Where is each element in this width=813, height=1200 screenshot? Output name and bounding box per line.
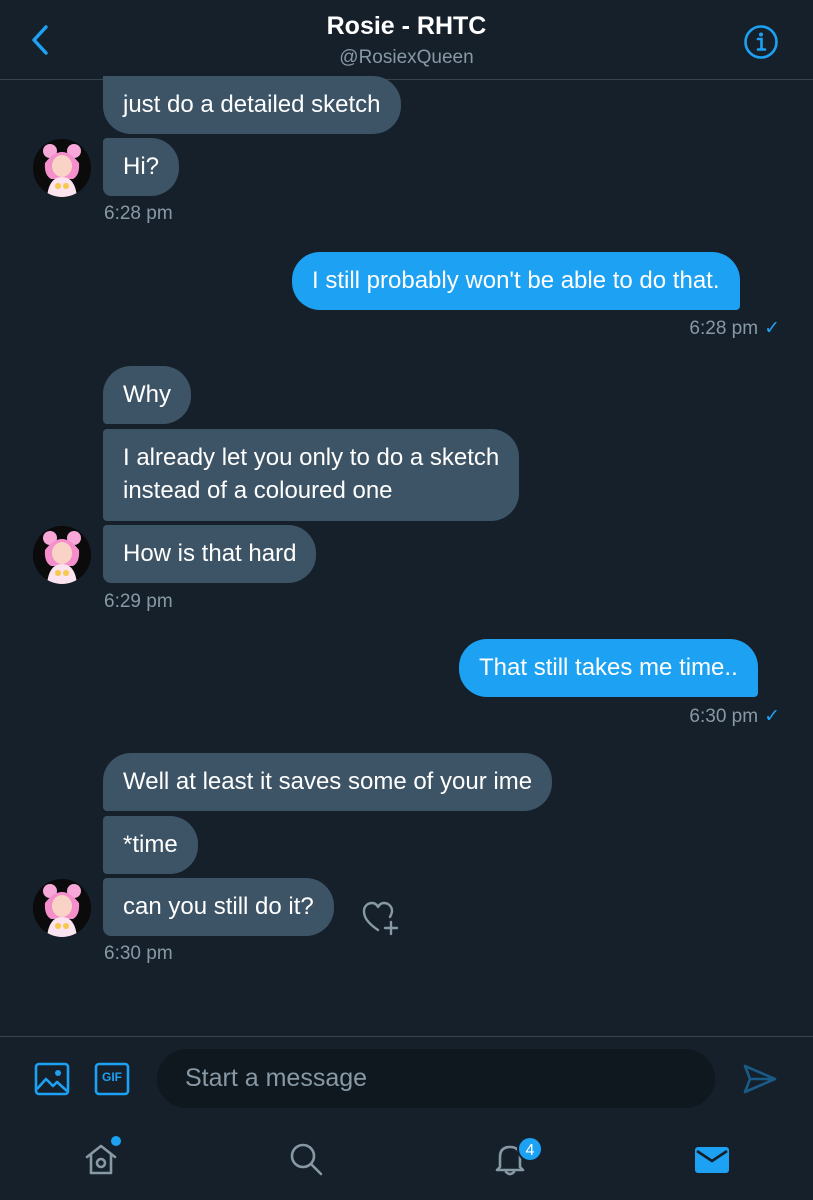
home-new-indicator xyxy=(111,1136,121,1146)
notifications-badge: 4 xyxy=(517,1136,543,1162)
message-text: That still takes me time.. xyxy=(479,654,738,681)
add-photo-button[interactable] xyxy=(32,1060,72,1098)
message-text: How is that hard xyxy=(123,540,297,567)
message-input[interactable] xyxy=(157,1049,715,1108)
tab-search[interactable] xyxy=(285,1138,327,1180)
info-icon xyxy=(744,25,778,59)
message-timestamp: 6:28 pm xyxy=(104,203,173,224)
avatar[interactable] xyxy=(33,879,91,937)
message-timestamp: 6:28 pm xyxy=(689,318,759,339)
message-bubble[interactable]: That still takes me time.. xyxy=(459,639,758,697)
sent-check-icon: ✓ xyxy=(764,318,780,339)
message-text-line: I already let you only to do a sketch xyxy=(123,444,500,471)
info-button[interactable] xyxy=(741,22,781,62)
image-icon xyxy=(34,1062,70,1096)
message-text: Hi? xyxy=(123,153,160,180)
message-text: can you still do it? xyxy=(123,893,314,920)
message-text: *time xyxy=(123,831,178,858)
message-timestamp-row: 6:28 pm ✓ xyxy=(560,317,780,340)
message-timestamp-row: 6:30 pm ✓ xyxy=(560,705,780,728)
message-text: Well at least it saves some of your ime xyxy=(123,768,533,795)
message-bubble[interactable]: *time xyxy=(103,816,198,874)
messages-icon xyxy=(695,1147,729,1173)
avatar-image xyxy=(33,879,91,937)
message-text: Why xyxy=(123,381,171,408)
message-input-wrapper xyxy=(157,1049,715,1108)
message-timestamp: 6:29 pm xyxy=(104,591,173,612)
avatar-image xyxy=(33,526,91,584)
avatar-image xyxy=(33,139,91,197)
send-button[interactable] xyxy=(740,1060,780,1098)
send-icon xyxy=(743,1064,777,1094)
message-bubble[interactable]: I still probably won't be able to do tha… xyxy=(292,252,740,310)
tab-messages[interactable] xyxy=(691,1140,733,1180)
like-message-button[interactable] xyxy=(360,898,404,938)
message-bubble[interactable]: I already let you only to do a sketch in… xyxy=(103,429,520,521)
message-timestamp: 6:30 pm xyxy=(104,943,173,964)
message-bubble[interactable]: Well at least it saves some of your ime xyxy=(103,753,553,811)
avatar[interactable] xyxy=(33,139,91,197)
conversation-handle: @RosiexQueen xyxy=(339,47,474,68)
message-text: just do a detailed sketch xyxy=(123,91,381,118)
conversation-header: Rosie - RHTC @RosiexQueen xyxy=(0,0,813,80)
conversation-title: Rosie - RHTC xyxy=(326,12,487,40)
heart-plus-icon xyxy=(362,901,399,936)
message-timestamp: 6:30 pm xyxy=(689,706,759,727)
gif-label: GIF xyxy=(102,1070,122,1084)
message-text-line: instead of a coloured one xyxy=(123,477,393,504)
message-bubble[interactable]: Why xyxy=(103,366,191,424)
add-gif-button[interactable]: GIF xyxy=(93,1061,131,1097)
search-icon xyxy=(290,1143,323,1176)
message-text: I still probably won't be able to do tha… xyxy=(312,267,720,294)
message-bubble[interactable]: Hi? xyxy=(103,138,180,196)
message-bubble[interactable]: just do a detailed sketch xyxy=(103,76,401,134)
message-bubble[interactable]: How is that hard xyxy=(103,525,317,583)
home-icon xyxy=(85,1144,117,1175)
sent-check-icon: ✓ xyxy=(764,706,780,727)
message-bubble[interactable]: can you still do it? xyxy=(103,878,334,936)
avatar[interactable] xyxy=(33,526,91,584)
